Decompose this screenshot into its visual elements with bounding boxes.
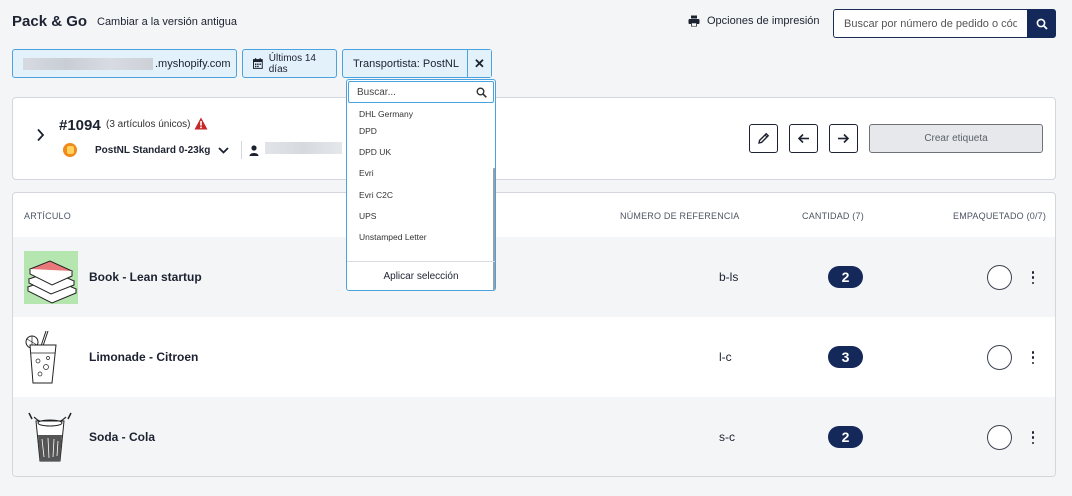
product-reference: l-c: [719, 350, 732, 364]
calendar-icon: [253, 58, 263, 69]
lemonade-glass-image: [25, 331, 57, 384]
quantity-badge: 3: [828, 346, 863, 368]
column-header-article: ARTÍCULO: [24, 211, 71, 221]
filter-chips: .myshopify.com Últimos 14 días Transport…: [12, 49, 492, 78]
search-input[interactable]: [833, 9, 1027, 38]
user-icon: [249, 145, 259, 156]
column-header-packed: EMPAQUETADO (0/7): [953, 211, 1047, 221]
product-name: Limonade - Citroen: [89, 350, 199, 364]
chevron-right-icon[interactable]: [36, 128, 45, 142]
carrier-option-list: DHL Germany DPD DPD UK Evri Evri C2C UPS…: [347, 104, 495, 260]
column-header-quantity: CANTIDAD (7): [802, 211, 864, 221]
packed-checkbox[interactable]: [987, 345, 1012, 370]
order-search: [833, 9, 1056, 38]
edit-order-button[interactable]: [749, 124, 778, 153]
carrier-option[interactable]: Unstamped Letter: [347, 226, 495, 247]
top-bar: Pack & Go Cambiar a la versión antigua O…: [0, 0, 1072, 46]
book-image: [24, 251, 78, 304]
order-number: #1094: [59, 117, 101, 134]
table-row: Limonade - Citroen l-c 3: [13, 317, 1055, 397]
warning-icon[interactable]: [194, 117, 208, 130]
carrier-option[interactable]: Evri: [347, 163, 495, 184]
product-reference: b-ls: [719, 270, 739, 284]
packed-checkbox[interactable]: [987, 265, 1012, 290]
order-unique-items: (3 artículos únicos): [106, 119, 191, 130]
product-reference: s-c: [719, 430, 735, 444]
product-name: Soda - Cola: [89, 430, 156, 444]
arrow-right-icon: [838, 133, 850, 144]
date-filter-chip[interactable]: Últimos 14 días: [242, 49, 337, 78]
carrier-option[interactable]: UPS: [347, 205, 495, 226]
more-options-icon[interactable]: [1030, 431, 1036, 444]
shipping-service-select[interactable]: PostNL Standard 0-23kg: [95, 145, 230, 156]
quantity-badge: 2: [828, 426, 863, 448]
old-version-link[interactable]: Cambiar a la versión antigua: [97, 16, 237, 28]
search-button[interactable]: [1027, 9, 1056, 38]
customer-name-redacted: [265, 142, 342, 154]
more-options-icon[interactable]: [1030, 351, 1036, 364]
divider: [241, 141, 242, 159]
carrier-filter-label: Transportista: PostNL: [353, 57, 459, 70]
remove-carrier-filter-close-icon[interactable]: ✕: [467, 50, 491, 77]
carrier-option[interactable]: Evri C2C: [347, 184, 495, 205]
carrier-option[interactable]: DPD UK: [347, 141, 495, 162]
shipping-service-label: PostNL Standard 0-23kg: [95, 145, 211, 156]
carrier-filter-chip[interactable]: Transportista: PostNL ✕: [342, 49, 492, 78]
apply-selection-button[interactable]: Aplicar selección: [347, 262, 495, 290]
date-filter-label: Últimos 14 días: [268, 52, 316, 75]
carrier-option[interactable]: DHL Germany: [347, 104, 495, 120]
store-name-redacted: [23, 57, 153, 70]
pencil-icon: [758, 132, 770, 144]
search-icon: [476, 87, 487, 98]
column-header-reference: NÚMERO DE REFERENCIA: [620, 211, 740, 221]
arrow-left-icon: [797, 133, 809, 144]
packed-checkbox[interactable]: [987, 425, 1012, 450]
create-label-button[interactable]: Crear etiqueta: [869, 124, 1043, 153]
carrier-option[interactable]: DPD: [347, 120, 495, 141]
chevron-down-icon: [218, 147, 230, 154]
carrier-search-input[interactable]: [357, 86, 467, 98]
table-row: Soda - Cola s-c 2: [13, 397, 1055, 476]
previous-order-button[interactable]: [789, 124, 818, 153]
search-icon: [1036, 18, 1048, 30]
quantity-badge: 2: [828, 266, 863, 288]
order-card: #1094 (3 artículos únicos) PostNL Standa…: [12, 97, 1056, 180]
print-options-label: Opciones de impresión: [707, 15, 820, 27]
printer-icon: [688, 15, 700, 27]
print-options-button[interactable]: Opciones de impresión: [688, 15, 820, 27]
store-filter-chip[interactable]: .myshopify.com: [12, 49, 237, 78]
next-order-button[interactable]: [829, 124, 858, 153]
store-suffix: .myshopify.com: [155, 57, 231, 70]
app-title: Pack & Go: [12, 13, 88, 30]
items-table: ARTÍCULO NÚMERO DE REFERENCIA CANTIDAD (…: [12, 192, 1056, 477]
postnl-logo-icon: [63, 143, 77, 157]
carrier-search: [348, 81, 494, 103]
cola-glass-image: [28, 412, 72, 462]
more-options-icon[interactable]: [1030, 271, 1036, 284]
table-row: Book - Lean startup b-ls 2: [13, 237, 1055, 317]
product-name: Book - Lean startup: [89, 270, 202, 284]
carrier-dropdown: DHL Germany DPD DPD UK Evri Evri C2C UPS…: [346, 79, 496, 291]
